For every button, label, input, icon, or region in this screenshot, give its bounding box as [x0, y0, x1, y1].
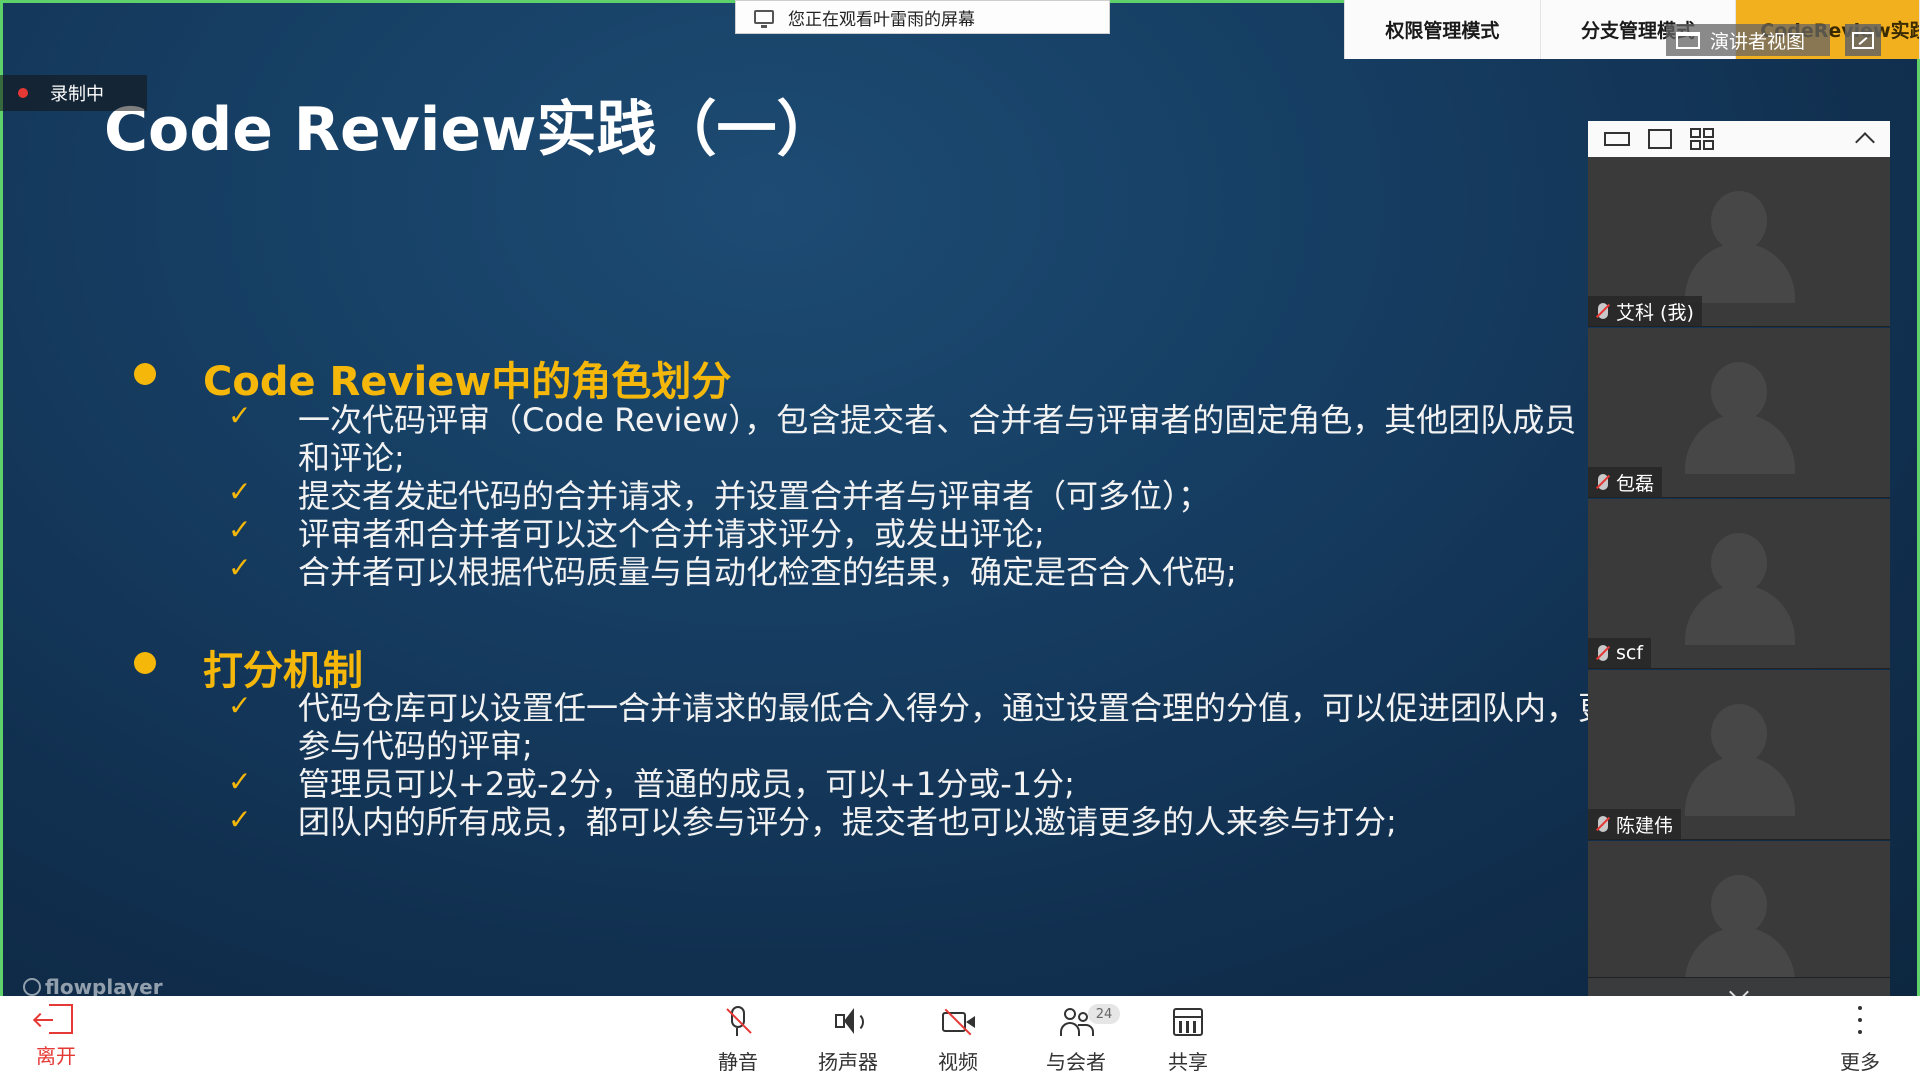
ppt-tab-permissions: 权限管理模式 [1345, 0, 1541, 59]
screen-share-banner-text: 您正在观看叶雷雨的屏幕 [788, 9, 975, 30]
meeting-toolbar: 离开 静音 扬声器 视频 与会者 24 共享 更多 [0, 996, 1920, 1080]
participant-label: 包磊 [1588, 467, 1663, 497]
slide-item: 一次代码评审（Code Review），包含提交者、合并者与评审者的固定角色，其… [298, 401, 1577, 439]
mic-muted-icon [1598, 474, 1608, 490]
check-icon: ✓ [228, 551, 252, 584]
more-button[interactable]: 更多 [1840, 1004, 1880, 1075]
avatar-placeholder-body [1685, 414, 1795, 474]
share-label: 共享 [1168, 1050, 1208, 1074]
mic-off-icon [720, 1004, 756, 1040]
shrink-icon [1852, 31, 1874, 49]
presenter-view-label: 演讲者视图 [1710, 30, 1806, 53]
recording-label: 录制中 [50, 84, 104, 105]
section-bullet [134, 363, 156, 385]
mic-muted-icon [1598, 816, 1608, 832]
flowplayer-watermark: flowplayer [23, 975, 163, 996]
recording-dot-icon [18, 88, 28, 98]
video-off-icon [940, 1004, 976, 1040]
section-title-roles: Code Review中的角色划分 [203, 359, 732, 405]
participant-label: scf [1588, 638, 1652, 668]
check-icon: ✓ [228, 765, 252, 798]
check-icon: ✓ [228, 689, 252, 722]
play-circle-icon [23, 978, 41, 996]
presenter-view-icon [1676, 31, 1700, 49]
mic-muted-icon [1598, 303, 1608, 319]
speaker-label: 扬声器 [818, 1050, 878, 1074]
avatar-placeholder [1711, 875, 1767, 935]
single-layout-icon[interactable] [1648, 129, 1672, 149]
mic-muted-icon [1598, 645, 1608, 661]
share-screen-icon [1170, 1004, 1206, 1040]
check-icon: ✓ [228, 399, 252, 432]
speaker-icon [830, 1004, 866, 1040]
avatar-placeholder-body [1685, 927, 1795, 977]
leave-button[interactable]: 离开 [35, 1004, 76, 1069]
participant-name: 陈建伟 [1616, 814, 1674, 837]
avatar-placeholder-body [1685, 585, 1795, 645]
check-icon: ✓ [228, 803, 252, 836]
participants-label: 与会者 [1046, 1050, 1106, 1074]
section-title-scoring: 打分机制 [203, 648, 363, 694]
slide-item: 合并者可以根据代码质量与自动化检查的结果，确定是否合入代码; [298, 553, 1237, 591]
grid-layout-icon[interactable] [1690, 128, 1714, 150]
participant-label: 陈建伟 [1588, 809, 1682, 839]
speaker-button[interactable]: 扬声器 [818, 1004, 878, 1075]
participant-tile[interactable]: 包磊 [1588, 328, 1890, 498]
participant-label: 艾科 (我) [1588, 296, 1702, 326]
participant-tile[interactable]: 艾科 (我) [1588, 157, 1890, 327]
leave-icon [35, 1004, 73, 1034]
share-button[interactable]: 共享 [1168, 1004, 1208, 1075]
slide-item: 参与代码的评审; [298, 727, 533, 765]
participant-name: 艾科 (我) [1616, 301, 1694, 324]
avatar-placeholder [1711, 704, 1767, 764]
slide-title: Code Review实践（一） [104, 95, 837, 165]
speaker-layout-icon[interactable] [1604, 132, 1630, 146]
watermark-text: flowplayer [45, 975, 163, 996]
video-button[interactable]: 视频 [938, 1004, 978, 1075]
screen-share-banner: 您正在观看叶雷雨的屏幕 [735, 0, 1110, 34]
participant-video-panel: 艾科 (我) 包磊 scf 陈建伟 [1588, 121, 1890, 1013]
slide-item: 评审者和合并者可以这个合并请求评分，或发出评论; [298, 515, 1045, 553]
more-vertical-icon [1842, 1004, 1878, 1040]
participant-tile[interactable]: 陈建伟 [1588, 670, 1890, 840]
exit-fullscreen-button[interactable] [1845, 24, 1881, 56]
participant-name: 包磊 [1616, 472, 1655, 495]
monitor-icon [754, 10, 774, 28]
ppt-section-tabs: 权限管理模式 分支管理模式 CodeReview实践 [1344, 0, 1920, 59]
slide-item: 团队内的所有成员，都可以参与评分，提交者也可以邀请更多的人来参与打分; [298, 803, 1397, 841]
participant-tile[interactable]: scf [1588, 499, 1890, 669]
slide-item: 管理员可以+2或-2分，普通的成员，可以+1分或-1分; [298, 765, 1075, 803]
check-icon: ✓ [228, 513, 252, 546]
avatar-placeholder [1711, 191, 1767, 251]
presenter-view-button[interactable]: 演讲者视图 [1666, 24, 1830, 56]
section-bullet [134, 652, 156, 674]
recording-indicator: 录制中 [0, 75, 147, 111]
mute-button[interactable]: 静音 [718, 1004, 758, 1075]
layout-switcher [1588, 121, 1890, 157]
slide-item: 提交者发起代码的合并请求，并设置合并者与评审者（可多位）； [298, 477, 1211, 515]
avatar-placeholder-body [1685, 243, 1795, 303]
avatar-placeholder [1711, 362, 1767, 422]
leave-label: 离开 [36, 1044, 76, 1068]
mute-label: 静音 [718, 1050, 758, 1074]
participant-count-badge: 24 [1088, 1004, 1120, 1024]
more-label: 更多 [1840, 1050, 1880, 1074]
video-label: 视频 [938, 1050, 978, 1074]
avatar-placeholder [1711, 533, 1767, 593]
slide-item: 代码仓库可以设置任一合并请求的最低合入得分，通过设置合理的分值，可以促进团队内，… [298, 689, 1598, 727]
check-icon: ✓ [228, 475, 252, 508]
participant-tile[interactable] [1588, 841, 1890, 978]
collapse-up-icon[interactable] [1855, 132, 1875, 152]
slide-item: 和评论; [298, 439, 405, 477]
participant-name: scf [1616, 642, 1644, 664]
avatar-placeholder-body [1685, 756, 1795, 816]
